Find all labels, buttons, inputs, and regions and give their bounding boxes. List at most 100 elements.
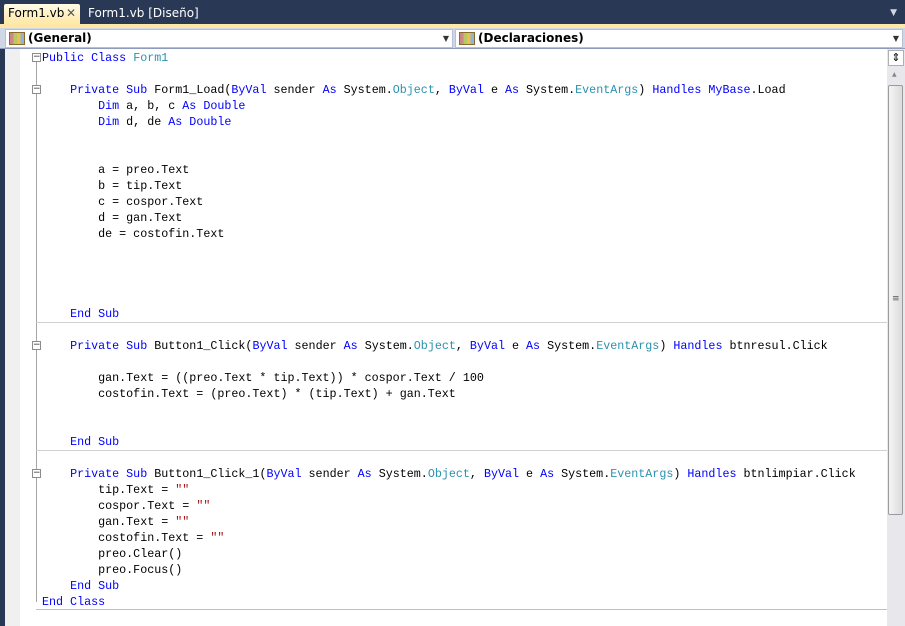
keyword-token: Dim [98, 115, 127, 129]
code-line[interactable]: Dim a, b, c As Double [42, 98, 856, 114]
code-token: btnlimpiar.Click [743, 467, 856, 481]
code-line[interactable]: End Sub [42, 578, 856, 594]
code-token: .Load [750, 83, 786, 97]
code-token: ) [638, 83, 653, 97]
keyword-token: ByVal [231, 83, 274, 97]
code-editor[interactable]: − − − − Public Class Form1 Private Sub F… [5, 49, 905, 626]
keyword-token: ByVal [266, 467, 309, 481]
code-text[interactable]: Public Class Form1 Private Sub Form1_Loa… [42, 50, 856, 610]
code-line[interactable]: b = tip.Text [42, 178, 856, 194]
chevron-down-icon[interactable]: ▼ [443, 30, 449, 47]
code-line[interactable] [42, 354, 856, 370]
chevron-down-icon[interactable]: ▼ [893, 30, 899, 47]
indicator-margin[interactable] [5, 49, 20, 626]
code-line[interactable] [42, 146, 856, 162]
method-name-combo[interactable]: (Declaraciones) ▼ [455, 29, 903, 48]
code-line[interactable]: preo.Clear() [42, 546, 856, 562]
code-line[interactable] [42, 130, 856, 146]
code-token: ) [673, 467, 688, 481]
type-token: Object [392, 83, 435, 97]
code-line[interactable]: cospor.Text = "" [42, 498, 856, 514]
code-token: e [512, 339, 527, 353]
code-line[interactable] [42, 66, 856, 82]
method-icon [459, 32, 475, 45]
code-token: de = costofin.Text [42, 227, 225, 241]
type-token: Form1 [133, 51, 169, 65]
splitter-icon[interactable]: ⇕ [888, 50, 904, 66]
keyword-token: As [322, 83, 344, 97]
keyword-token: Dim [98, 99, 127, 113]
code-token: System. [364, 339, 414, 353]
code-line[interactable]: d = gan.Text [42, 210, 856, 226]
keyword-token: End Class [42, 595, 106, 609]
keyword-token: Handles MyBase [652, 83, 751, 97]
keyword-token: Public Class [42, 51, 134, 65]
code-token: b = tip.Text [42, 179, 183, 193]
code-token: tip.Text = [42, 483, 176, 497]
code-token: sender [294, 339, 344, 353]
code-line[interactable]: Private Sub Button1_Click(ByVal sender A… [42, 338, 856, 354]
tab-form1-design[interactable]: Form1.vb [Diseño] [84, 4, 203, 24]
close-tab-icon[interactable]: ✕ [66, 4, 76, 23]
code-token: costofin.Text = (preo.Text) * (tip.Text)… [42, 387, 456, 401]
keyword-token: ByVal [252, 339, 295, 353]
code-line[interactable]: de = costofin.Text [42, 226, 856, 242]
keyword-token: As [526, 339, 548, 353]
scroll-up-icon[interactable]: ▲ [892, 71, 897, 78]
code-line[interactable]: gan.Text = "" [42, 514, 856, 530]
code-token: sender [308, 467, 358, 481]
code-line[interactable]: gan.Text = ((preo.Text * tip.Text)) * co… [42, 370, 856, 386]
collapse-icon[interactable]: − [32, 341, 41, 350]
type-token: Object [427, 467, 470, 481]
code-line[interactable] [42, 322, 856, 338]
code-line[interactable]: Private Sub Form1_Load(ByVal sender As S… [42, 82, 856, 98]
document-tab-bar: Form1.vb ✕ Form1.vb [Diseño] ▼ [0, 0, 905, 24]
collapse-icon[interactable]: − [32, 53, 41, 62]
collapse-icon[interactable]: − [32, 469, 41, 478]
code-token: costofin.Text = [42, 531, 211, 545]
code-line[interactable]: a = preo.Text [42, 162, 856, 178]
code-token: gan.Text = [42, 515, 176, 529]
code-token: ) [659, 339, 674, 353]
scroll-thumb[interactable]: ≡ [888, 85, 903, 515]
code-token: preo.Focus() [42, 563, 183, 577]
code-line[interactable] [42, 290, 856, 306]
code-line[interactable] [42, 450, 856, 466]
collapse-icon[interactable]: − [32, 85, 41, 94]
code-line[interactable]: End Sub [42, 434, 856, 450]
code-line[interactable]: c = cospor.Text [42, 194, 856, 210]
code-line[interactable] [42, 402, 856, 418]
code-line[interactable] [42, 242, 856, 258]
code-line[interactable] [42, 258, 856, 274]
keyword-token: Handles [673, 339, 730, 353]
code-line[interactable] [42, 418, 856, 434]
class-icon [9, 32, 25, 45]
code-token: , [434, 83, 449, 97]
type-token: EventArgs [575, 83, 639, 97]
tab-form1-vb[interactable]: Form1.vb ✕ [4, 4, 80, 24]
code-line[interactable]: End Class [42, 594, 856, 610]
code-line[interactable]: End Sub [42, 306, 856, 322]
code-line[interactable]: preo.Focus() [42, 562, 856, 578]
code-line[interactable]: Public Class Form1 [42, 50, 856, 66]
code-line[interactable]: Private Sub Button1_Click_1(ByVal sender… [42, 466, 856, 482]
outline-line [36, 58, 37, 602]
keyword-token: ByVal [469, 339, 513, 353]
tab-dropdown-icon[interactable]: ▼ [890, 8, 897, 18]
class-name-combo[interactable]: (General) ▼ [5, 29, 453, 48]
string-token: "" [210, 531, 225, 545]
code-line[interactable] [42, 274, 856, 290]
code-line[interactable]: Dim d, de As Double [42, 114, 856, 130]
code-line[interactable]: costofin.Text = "" [42, 530, 856, 546]
combo-value: (Declaraciones) [478, 31, 584, 45]
code-line[interactable]: tip.Text = "" [42, 482, 856, 498]
code-token: a = preo.Text [42, 163, 190, 177]
code-line[interactable]: costofin.Text = (preo.Text) * (tip.Text)… [42, 386, 856, 402]
code-token: System. [547, 339, 597, 353]
vertical-scrollbar[interactable]: ⇕ ▲ ≡ [887, 49, 905, 626]
code-token: Button1_Click_1( [154, 467, 267, 481]
